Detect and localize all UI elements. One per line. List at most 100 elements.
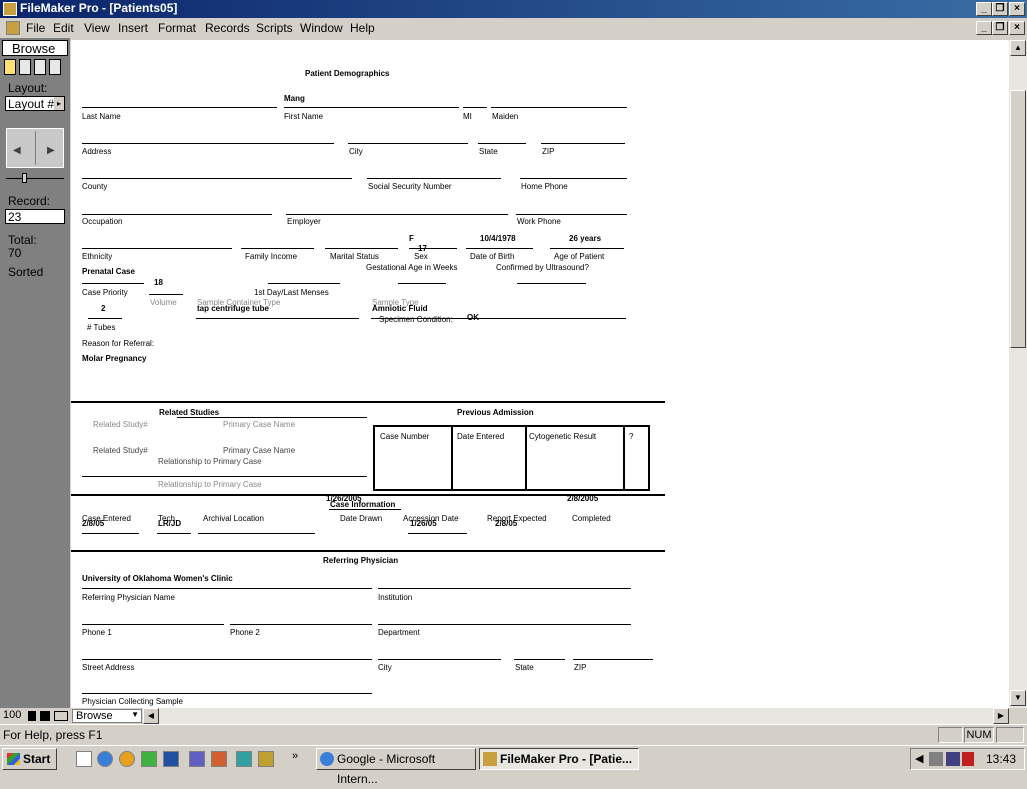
primary-case-label: Primary Case Name: [223, 446, 296, 455]
record-number-field[interactable]: 23: [5, 209, 65, 224]
app-icon-4[interactable]: [236, 751, 252, 767]
minimize-button[interactable]: _: [976, 2, 992, 16]
task-filemaker[interactable]: FileMaker Pro - [Patie...: [479, 748, 639, 770]
scroll-left-icon[interactable]: ◀: [143, 708, 159, 724]
layout-popup[interactable]: Layout # ▸: [5, 96, 65, 111]
mode-select[interactable]: Browse ▼: [72, 709, 142, 723]
relationship-ghost: Relationship to Primary Case: [158, 480, 262, 489]
form-title: Patient Demographics: [305, 69, 390, 78]
antivirus-icon[interactable]: [962, 752, 974, 766]
desktop-icon[interactable]: [76, 751, 92, 767]
first-name-value[interactable]: Mang: [284, 94, 305, 103]
document-icon[interactable]: [6, 21, 20, 35]
sample-type-value[interactable]: Amniotic Fluid: [372, 304, 428, 313]
case-info-title: Case Information: [330, 500, 396, 509]
container-value[interactable]: tap centrifuge tube: [197, 304, 269, 313]
app-icon-5[interactable]: [258, 751, 274, 767]
arrow-left-icon[interactable]: ◀: [915, 752, 923, 765]
doc-minimize-button[interactable]: _: [976, 21, 992, 35]
employer-label: Employer: [287, 217, 321, 226]
menu-window[interactable]: Window: [300, 21, 343, 35]
reason-value[interactable]: Molar Pregnancy: [82, 354, 146, 363]
zoom-out-icon[interactable]: [28, 711, 36, 721]
media-player-icon[interactable]: [119, 751, 135, 767]
primary-case-ghost: Primary Case Name: [223, 420, 296, 429]
book-icon[interactable]: ◀ ▶: [6, 128, 64, 168]
preview-mode-icon[interactable]: [49, 59, 61, 75]
chevron-right-icon[interactable]: ▸: [54, 97, 64, 110]
horizontal-scrollbar[interactable]: ◀ ▶: [143, 708, 1009, 724]
windows-logo-icon: [7, 753, 20, 765]
physician-zip-label: ZIP: [574, 663, 587, 672]
app-icon-3[interactable]: [211, 751, 227, 767]
filemaker-app-icon[interactable]: [3, 2, 17, 16]
restore-button[interactable]: ❐: [992, 2, 1008, 16]
doc-restore-button[interactable]: ❐: [992, 21, 1008, 35]
mode-label[interactable]: Browse: [12, 41, 55, 56]
start-button[interactable]: Start: [2, 748, 57, 770]
network-icon[interactable]: [946, 752, 960, 766]
menu-edit[interactable]: Edit: [53, 21, 74, 35]
date-drawn-label: Date Drawn: [340, 514, 383, 523]
institution-value[interactable]: University of Oklahoma Women's Clinic: [82, 574, 233, 583]
close-button[interactable]: ×: [1009, 2, 1025, 16]
scroll-down-icon[interactable]: ▼: [1010, 690, 1026, 706]
internet-explorer-icon[interactable]: [97, 751, 113, 767]
tubes-value[interactable]: 2: [101, 304, 105, 313]
menu-insert[interactable]: Insert: [118, 21, 148, 35]
volume-value[interactable]: 18: [154, 278, 163, 287]
app-icon-1[interactable]: [141, 751, 157, 767]
zoom-level[interactable]: 100: [3, 709, 21, 721]
clock: 13:43: [986, 752, 1017, 766]
case-entered-value[interactable]: 2/8/05: [82, 519, 104, 528]
physician-name-label: Referring Physician Name: [82, 593, 175, 602]
scroll-up-icon[interactable]: ▲: [1010, 40, 1026, 56]
record-slider[interactable]: [22, 173, 27, 183]
browse-mode-icon[interactable]: [4, 59, 16, 75]
menu-file[interactable]: File: [26, 21, 45, 35]
dob-value[interactable]: 10/4/1978: [480, 234, 516, 243]
specimen-condition-value[interactable]: OK: [467, 313, 479, 322]
prev-record-icon[interactable]: ◀: [13, 145, 21, 156]
app-icon-2[interactable]: [189, 751, 205, 767]
sex-value[interactable]: F: [409, 234, 414, 243]
tubes-label: # Tubes: [87, 323, 116, 332]
layout-mode-icon[interactable]: [34, 59, 46, 75]
report-expected-value[interactable]: 2/8/05: [495, 519, 517, 528]
task-google-label: Google - Microsoft Intern...: [337, 752, 436, 786]
num-lock-indicator: NUM: [964, 727, 994, 743]
related-study-ghost: Related Study#: [93, 420, 148, 429]
chevron-down-icon[interactable]: ▼: [131, 710, 139, 719]
doc-close-button[interactable]: ×: [1009, 21, 1025, 35]
menu-scripts[interactable]: Scripts: [256, 21, 293, 35]
zoom-in-icon[interactable]: [40, 711, 50, 721]
state-label: State: [479, 147, 498, 156]
volume-icon[interactable]: [929, 752, 943, 766]
status-area-toggle-icon[interactable]: [54, 711, 68, 721]
prenatal-case-label: Prenatal Case: [82, 267, 135, 276]
vertical-scrollbar[interactable]: ▲ ▼: [1009, 40, 1027, 708]
department-label: Department: [378, 628, 420, 637]
menu-records[interactable]: Records: [205, 21, 250, 35]
menu-help[interactable]: Help: [350, 21, 375, 35]
tech-value[interactable]: LR/JD: [158, 519, 181, 528]
age-value[interactable]: 26 years: [569, 234, 601, 243]
menu-format[interactable]: Format: [158, 21, 196, 35]
start-label: Start: [23, 752, 51, 766]
chevron-overflow-icon[interactable]: »: [292, 750, 298, 762]
completed-value[interactable]: 2/8/2005: [567, 494, 598, 503]
accession-date-value[interactable]: 1/26/05: [410, 519, 437, 528]
scroll-right-icon[interactable]: ▶: [993, 708, 1009, 724]
menu-view[interactable]: View: [84, 21, 110, 35]
gest-age-value[interactable]: 17: [418, 244, 427, 253]
find-mode-icon[interactable]: [19, 59, 31, 75]
task-filemaker-label: FileMaker Pro - [Patie...: [500, 752, 633, 766]
next-record-icon[interactable]: ▶: [47, 145, 55, 156]
county-label: County: [82, 182, 108, 191]
scroll-thumb[interactable]: [1010, 90, 1026, 348]
window-title: FileMaker Pro - [Patients05]: [20, 1, 178, 15]
task-google-ie[interactable]: Google - Microsoft Intern...: [316, 748, 476, 786]
mode-select-value: Browse: [76, 710, 113, 722]
city-label: City: [349, 147, 363, 156]
word-icon[interactable]: [163, 751, 179, 767]
